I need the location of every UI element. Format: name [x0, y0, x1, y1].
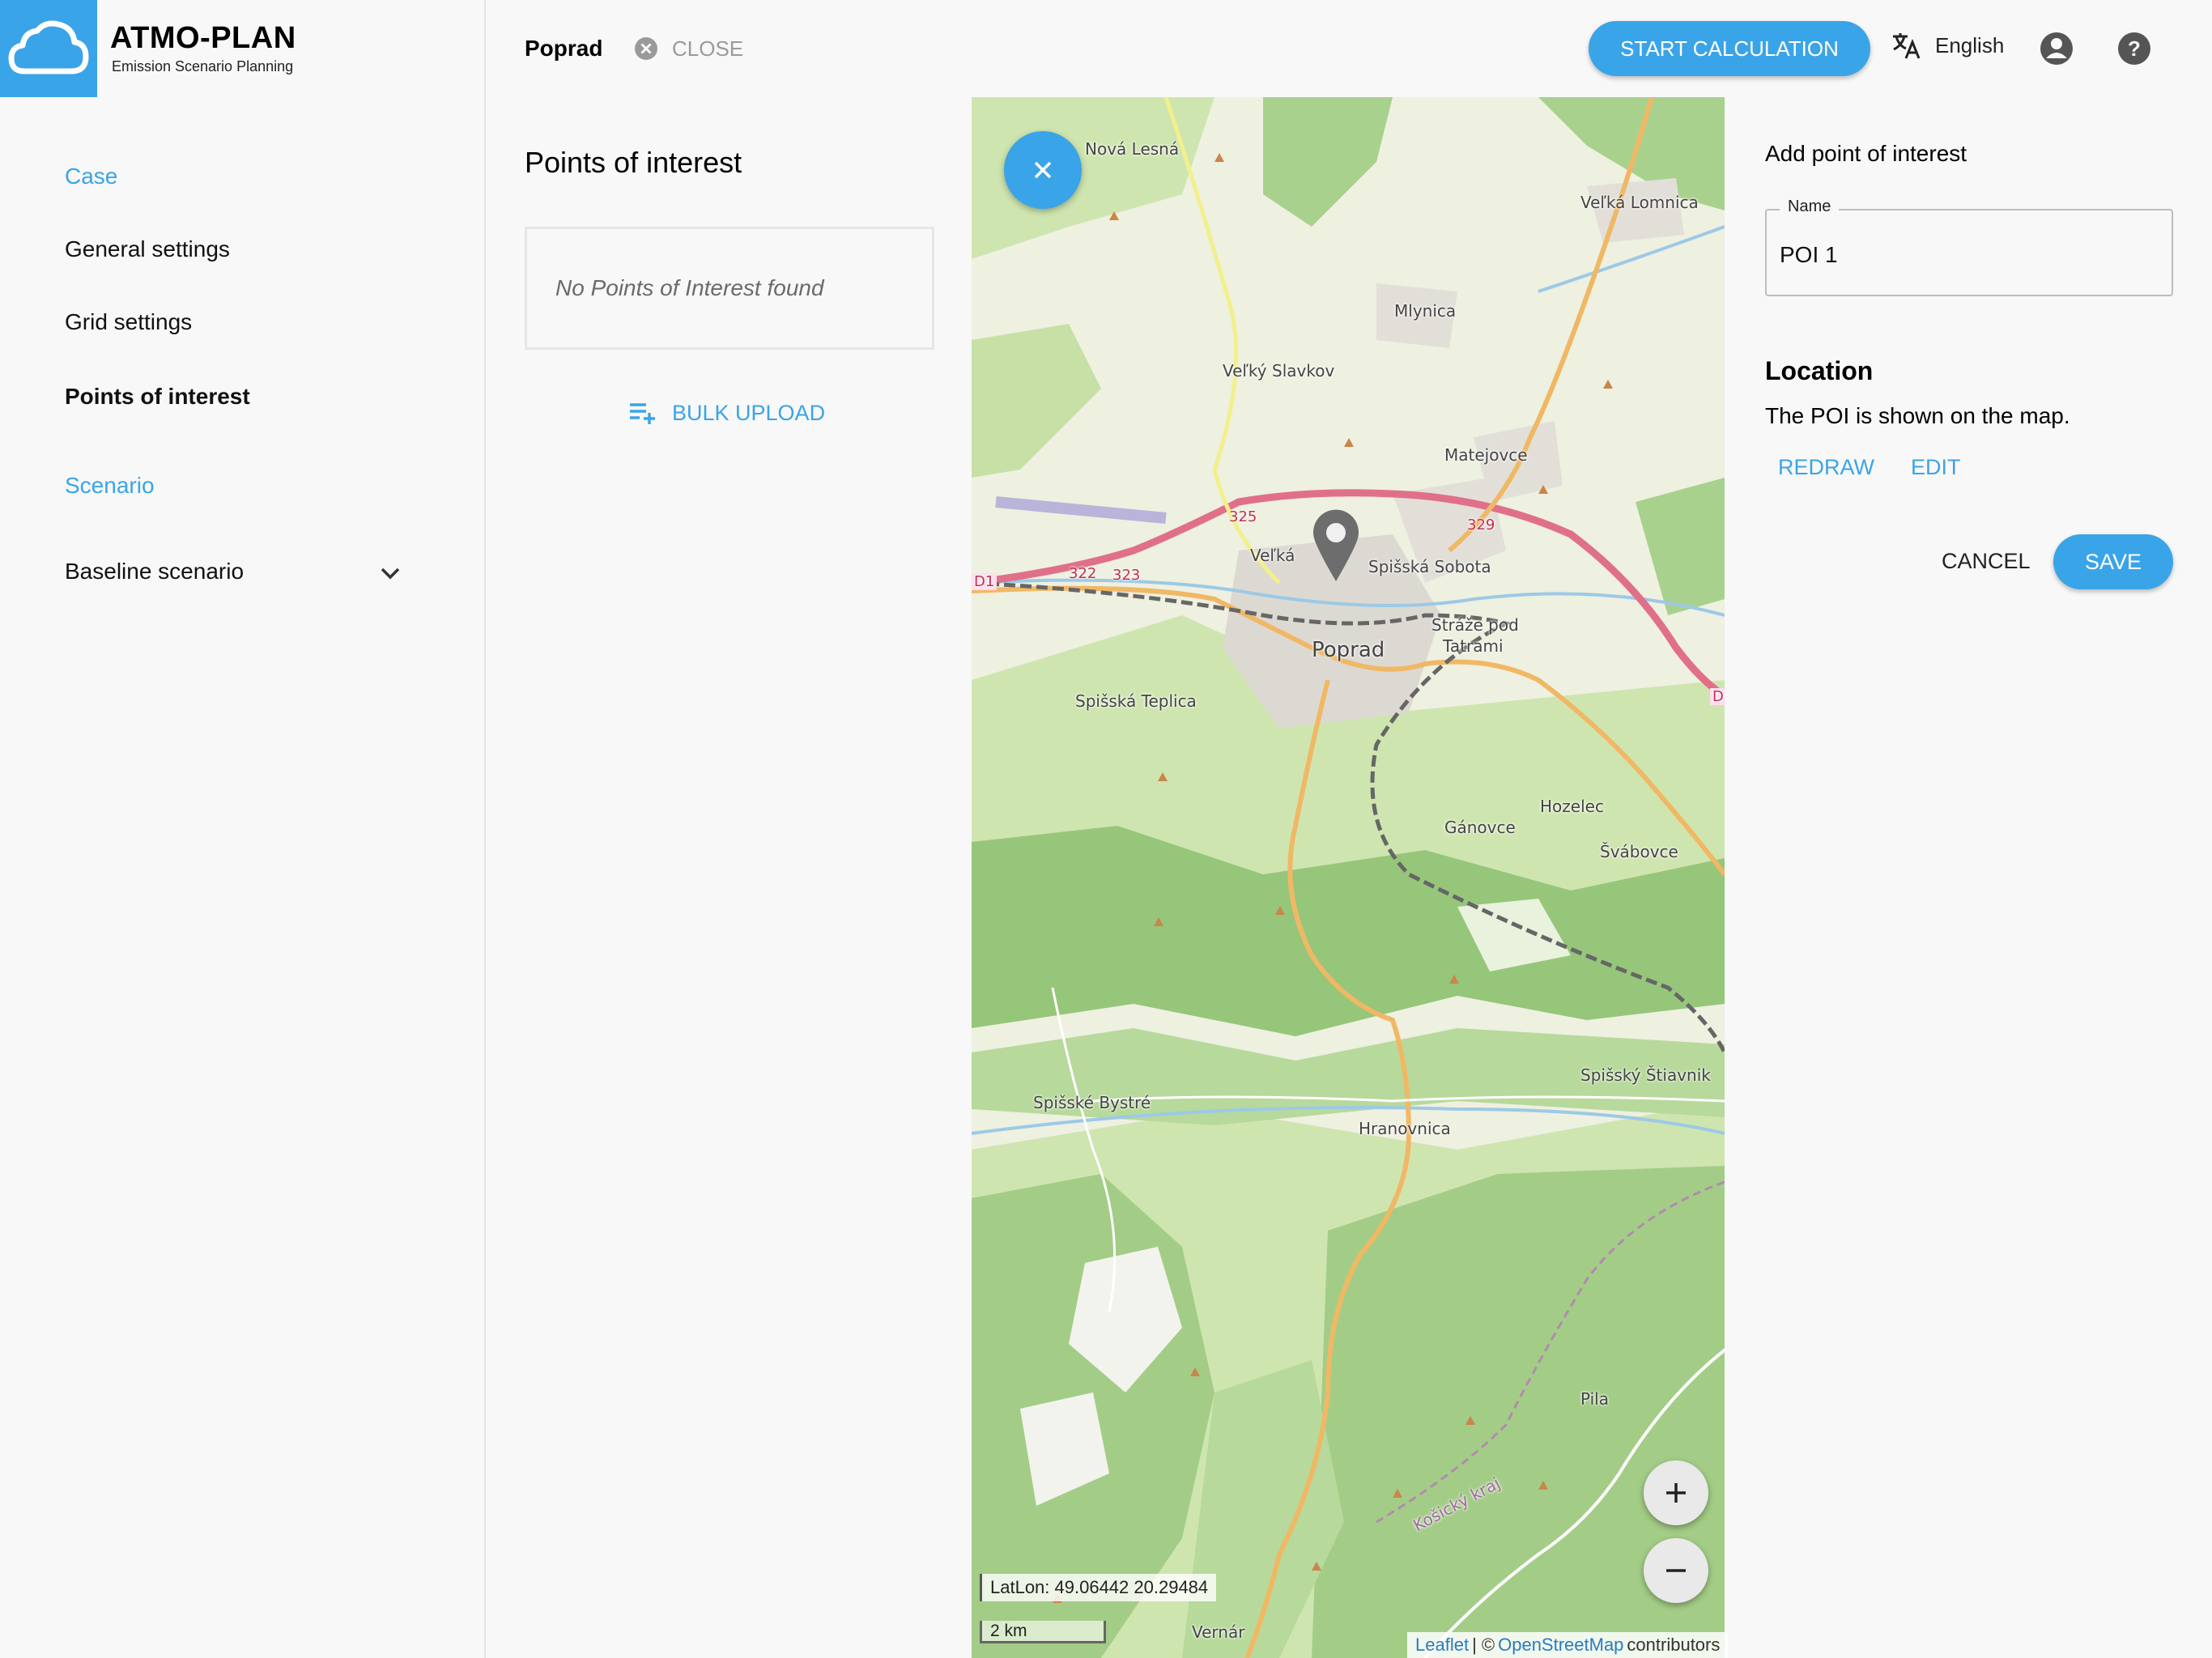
map-label-velka-lomnica: Veľká Lomnica [1580, 193, 1699, 212]
road-number-d1: D1 [972, 573, 998, 590]
cloud-icon [8, 20, 89, 74]
sidebar-item-baseline-scenario[interactable]: Baseline scenario [65, 559, 244, 585]
app-logo[interactable] [0, 0, 97, 97]
close-case-button[interactable]: CLOSE [633, 34, 743, 63]
map-label-velka: Veľká [1250, 546, 1295, 565]
sidebar-item-general-settings[interactable]: General settings [65, 236, 230, 262]
language-selector[interactable]: English [1890, 29, 2004, 62]
road-number-325: 325 [1229, 508, 1257, 525]
zoom-out-button[interactable] [1644, 1538, 1708, 1603]
name-field-label: Name [1780, 198, 1840, 216]
poi-panel-title: Points of interest [525, 146, 742, 179]
map-label-spisska-teplica: Spišská Teplica [1075, 691, 1197, 711]
leaflet-link[interactable]: Leaflet [1415, 1635, 1469, 1656]
sidebar-section-case[interactable]: Case [65, 164, 117, 189]
road-number-d: D [1710, 688, 1725, 705]
svg-text:?: ? [2128, 36, 2141, 61]
brand-subtitle: Emission Scenario Planning [112, 58, 294, 74]
attribution-separator: | © [1472, 1635, 1495, 1655]
location-text: The POI is shown on the map. [1765, 403, 2070, 428]
map-view[interactable]: Nová Lesná Veľká Lomnica Mlynica Veľký S… [972, 97, 1725, 1658]
map-label-nova-lesna: Nová Lesná [1085, 139, 1180, 159]
map-scale: 2 km [980, 1621, 1106, 1643]
close-label: CLOSE [672, 36, 744, 61]
edit-button[interactable]: EDIT [1911, 455, 1961, 480]
map-label-svabovce: Švábovce [1600, 842, 1678, 861]
redraw-button[interactable]: REDRAW [1778, 455, 1874, 480]
minus-icon [1666, 1569, 1686, 1572]
sidebar-item-points-of-interest[interactable]: Points of interest [65, 384, 250, 410]
cancel-button[interactable]: CANCEL [1942, 549, 2031, 574]
map-label-velky-slavkov: Veľký Slavkov [1223, 361, 1335, 380]
road-number-329: 329 [1467, 517, 1495, 534]
sidebar-item-grid-settings[interactable]: Grid settings [65, 309, 192, 335]
zoom-in-button[interactable] [1644, 1460, 1708, 1525]
map-label-spisske-bystre: Spišské Bystré [1033, 1093, 1151, 1112]
chevron-down-icon[interactable] [377, 560, 403, 586]
map-attribution: Leaflet | © OpenStreetMap contributors [1407, 1632, 1729, 1658]
save-button[interactable]: SAVE [2053, 534, 2173, 589]
map-label-spisska-sobota: Spišská Sobota [1368, 557, 1491, 576]
plus-icon [1666, 1483, 1686, 1503]
latlon-readout: LatLon: 49.06442 20.29484 [980, 1574, 1217, 1601]
case-name: Poprad [525, 36, 603, 61]
language-label: English [1935, 32, 2005, 57]
close-circle-icon [635, 37, 657, 60]
map-label-hranovnica: Hranovnica [1359, 1119, 1451, 1138]
bulk-upload-label: BULK UPLOAD [672, 400, 826, 425]
map-label-mlynica: Mlynica [1394, 301, 1457, 321]
map-tiles [972, 97, 1725, 1658]
map-label-spissky-stiavnik: Spišský Štiavnik [1580, 1065, 1711, 1085]
playlist-add-icon [630, 403, 655, 424]
map-label-hozelec: Hozelec [1540, 797, 1604, 816]
osm-link[interactable]: OpenStreetMap [1498, 1635, 1623, 1656]
sidebar-section-scenario[interactable]: Scenario [65, 473, 155, 499]
poi-empty-text: No Points of Interest found [555, 275, 824, 300]
poi-marker-icon[interactable] [1310, 508, 1362, 583]
road-number-323: 323 [1112, 567, 1141, 584]
add-poi-title: Add point of interest [1765, 141, 1967, 166]
location-title: Location [1765, 356, 1874, 385]
attribution-contributors: contributors [1627, 1635, 1721, 1655]
brand-title: ATMO-PLAN [110, 21, 296, 55]
map-label-pila: Pila [1580, 1389, 1609, 1409]
map-label-matejovce: Matejovce [1444, 445, 1528, 465]
map-label-straze-pod: Stráže pod [1431, 615, 1519, 635]
account-icon[interactable] [2039, 31, 2074, 66]
translate-icon [1893, 33, 1921, 59]
map-label-vernar: Vernár [1192, 1622, 1245, 1642]
map-label-ganovce: Gánovce [1444, 818, 1516, 837]
close-icon [1034, 161, 1052, 179]
road-number-322: 322 [1069, 565, 1097, 582]
help-icon[interactable]: ? [2116, 31, 2152, 66]
map-close-button[interactable] [1004, 131, 1082, 209]
start-calculation-button[interactable]: START CALCULATION [1589, 21, 1870, 76]
bulk-upload-button[interactable]: BULK UPLOAD [628, 400, 825, 426]
map-label-tatrami: Tatrami [1443, 636, 1504, 656]
map-label-poprad: Poprad [1312, 638, 1385, 662]
name-input[interactable] [1778, 238, 2154, 272]
